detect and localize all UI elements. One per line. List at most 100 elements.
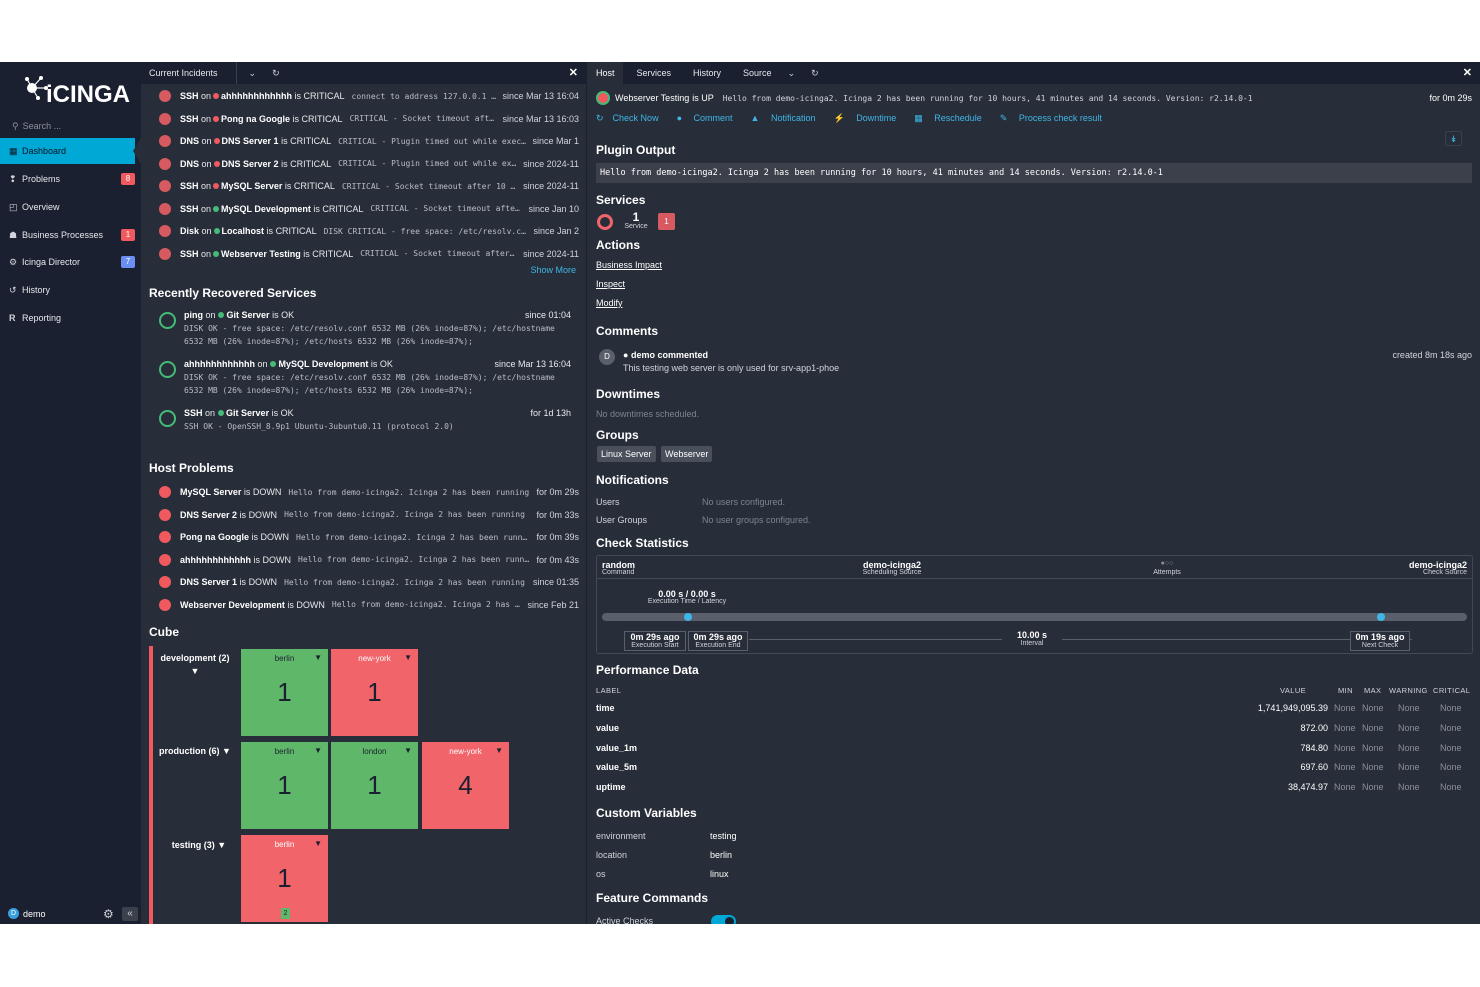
service-name: SSH <box>180 91 199 101</box>
host-problem-row[interactable]: ahhhhhhhhhhhh is DOWN Hello from demo-ic… <box>159 552 579 568</box>
cube-dimension-production[interactable]: production (6) ▼ <box>154 745 236 758</box>
tab-current-incidents[interactable]: Current Incidents <box>141 62 237 84</box>
nav-item-business-processes[interactable]: ☗ Business Processes 1 <box>0 222 141 248</box>
critical-services-badge[interactable]: 1 <box>658 213 675 230</box>
bell-icon: ▲ <box>750 113 760 123</box>
host-state-dot <box>213 160 220 167</box>
filter-icon[interactable]: ▼ <box>314 746 322 755</box>
state-text: CRITICAL <box>312 248 354 259</box>
cube-cell[interactable]: berlin ▼ 1 2 <box>241 835 328 922</box>
recovered-row[interactable]: ahhhhhhhhhhhh on MySQL Development is OK… <box>159 359 579 403</box>
filter-icon[interactable]: ▼ <box>404 653 412 662</box>
search-input[interactable]: ⚲ Search ... <box>8 121 133 135</box>
chevron-down-icon[interactable]: ⌄ <box>780 68 804 79</box>
reschedule-button[interactable]: ▦ Reschedule <box>914 113 991 124</box>
filter-icon[interactable]: ▼ <box>217 840 226 850</box>
process-check-result-button[interactable]: ✎ Process check result <box>1000 113 1111 124</box>
exec-end-value: 0m 29s ago <box>693 632 743 642</box>
incident-row[interactable]: Disk on Localhost is CRITICAL DISK CRITI… <box>159 223 579 239</box>
filter-icon[interactable]: ▼ <box>191 666 200 676</box>
filter-icon[interactable]: ▼ <box>222 746 231 756</box>
cell-count: 1 <box>367 677 382 707</box>
critical-state-icon <box>159 90 171 102</box>
notification-button[interactable]: ▲ Notification <box>751 113 825 124</box>
tab-history[interactable]: History <box>685 62 729 84</box>
perf-row: value_1m 784.80 None None None None <box>596 743 1473 757</box>
host-problem-row[interactable]: DNS Server 1 is DOWN Hello from demo-ici… <box>159 574 579 590</box>
recovered-row[interactable]: SSH on Git Server is OK for 1d 13h SSH O… <box>159 408 579 452</box>
active-checks-toggle[interactable] <box>711 915 736 924</box>
interval-value: 10.00 s <box>1016 630 1048 640</box>
filter-icon[interactable]: ▼ <box>314 653 322 662</box>
icinga-logo[interactable]: iCINGA <box>24 72 130 112</box>
cube-dimension-development[interactable]: development (2) ▼ <box>156 652 234 678</box>
cube-cell[interactable]: new-york ▼ 1 <box>331 649 418 736</box>
filter-icon[interactable]: ▼ <box>314 839 322 848</box>
tab-source[interactable]: Source <box>735 62 780 84</box>
host-problem-row[interactable]: Pong na Google is DOWN Hello from demo-i… <box>159 529 579 545</box>
perf-max: None <box>1362 742 1384 753</box>
service-name: DNS <box>180 158 200 169</box>
business-impact-link[interactable]: Business Impact <box>596 260 662 270</box>
host-problem-row[interactable]: MySQL Server is DOWN Hello from demo-ici… <box>159 484 579 500</box>
service-count[interactable]: 1 <box>622 211 650 223</box>
nav-item-overview[interactable]: ◰ Overview <box>0 194 141 220</box>
filter-icon[interactable]: ▼ <box>495 746 503 755</box>
cube-dim-label: development (2) <box>160 653 230 663</box>
group-tag-linux-server[interactable]: Linux Server <box>597 446 656 462</box>
tab-host[interactable]: Host <box>588 62 623 84</box>
chevron-down-icon[interactable]: ⌄ <box>241 68 265 79</box>
cube-cell[interactable]: berlin ▼ 1 <box>241 742 328 829</box>
attempts-dots: ●○○ <box>1160 560 1174 567</box>
action-label: Check Now <box>612 113 659 123</box>
nav-item-reporting[interactable]: R Reporting <box>0 305 141 331</box>
nav-item-history[interactable]: ↺ History <box>0 277 141 303</box>
cube-cell[interactable]: berlin ▼ 1 <box>241 649 328 736</box>
recovered-row[interactable]: ping on Git Server is OK since 01:04 DIS… <box>159 310 579 354</box>
state-text: DOWN <box>296 599 325 610</box>
collapse-sidebar-button[interactable]: « <box>122 907 138 921</box>
recovered-title: ahhhhhhhhhhhh on MySQL Development is OK <box>184 359 393 369</box>
tab-services[interactable]: Services <box>629 62 680 84</box>
group-tag-webserver[interactable]: Webserver <box>661 446 713 462</box>
cube-cell[interactable]: london ▼ 1 <box>331 742 418 829</box>
close-icon[interactable]: ✕ <box>1463 66 1472 79</box>
user-menu[interactable]: Ddemo <box>8 908 46 919</box>
show-more-link[interactable]: Show More <box>530 265 576 275</box>
nav-item-icinga-director[interactable]: ⚙ Icinga Director 7 <box>0 249 141 275</box>
exec-start-label: Execution Start <box>631 642 679 649</box>
incident-row[interactable]: DNS on DNS Server 2 is CRITICAL CRITICAL… <box>159 156 579 172</box>
cube-dimension-testing[interactable]: testing (3) ▼ <box>163 839 235 852</box>
incident-row[interactable]: DNS on DNS Server 1 is CRITICAL CRITICAL… <box>159 133 579 149</box>
next-check-value: 0m 19s ago <box>1355 632 1405 642</box>
host-problem-row[interactable]: DNS Server 2 is DOWN Hello from demo-ici… <box>159 507 579 523</box>
incident-row[interactable]: SSH on MySQL Development is CRITICAL CRI… <box>159 201 579 217</box>
cube-cell[interactable]: new-york ▼ 4 <box>422 742 509 829</box>
expand-all-button[interactable]: ↡ <box>1445 131 1462 146</box>
check-now-button[interactable]: ↻ Check Now <box>596 113 668 124</box>
gear-icon[interactable]: ⚙ <box>103 907 114 921</box>
close-icon[interactable]: ✕ <box>569 66 578 79</box>
comment-button[interactable]: ● Comment <box>677 113 742 124</box>
custom-vars-title: Custom Variables <box>596 806 697 820</box>
host-name[interactable]: Webserver Testing <box>615 93 689 103</box>
service-state-ring[interactable] <box>597 214 613 230</box>
incident-row[interactable]: SSH on Webserver Testing is CRITICAL CRI… <box>159 246 579 262</box>
plugin-output: Hello from demo-icinga2. Icinga 2 has be… <box>298 555 531 564</box>
refresh-icon[interactable]: ↻ <box>803 68 827 79</box>
alert-icon: ❢ <box>9 173 17 184</box>
exec-start-box: 0m 29s ago Execution Start <box>624 631 686 651</box>
host-problem-row[interactable]: Webserver Development is DOWN Hello from… <box>159 597 579 613</box>
incident-row[interactable]: SSH on Pong na Google is CRITICAL CRITIC… <box>159 111 579 127</box>
filter-icon[interactable]: ▼ <box>404 746 412 755</box>
state-text: CRITICAL <box>290 136 332 146</box>
nav-item-dashboard[interactable]: ▦ Dashboard <box>0 138 135 164</box>
inspect-link[interactable]: Inspect <box>596 279 625 289</box>
modify-link[interactable]: Modify <box>596 298 623 308</box>
nav-item-problems[interactable]: ❢ Problems 8 <box>0 166 141 192</box>
downtime-button[interactable]: ⚡ Downtime <box>834 113 906 124</box>
incident-row[interactable]: SSH on ahhhhhhhhhhhh is CRITICAL connect… <box>159 88 579 104</box>
refresh-icon[interactable]: ↻ <box>264 68 288 79</box>
incident-row[interactable]: SSH on MySQL Server is CRITICAL CRITICAL… <box>159 178 579 194</box>
cv-value: testing <box>710 831 737 841</box>
